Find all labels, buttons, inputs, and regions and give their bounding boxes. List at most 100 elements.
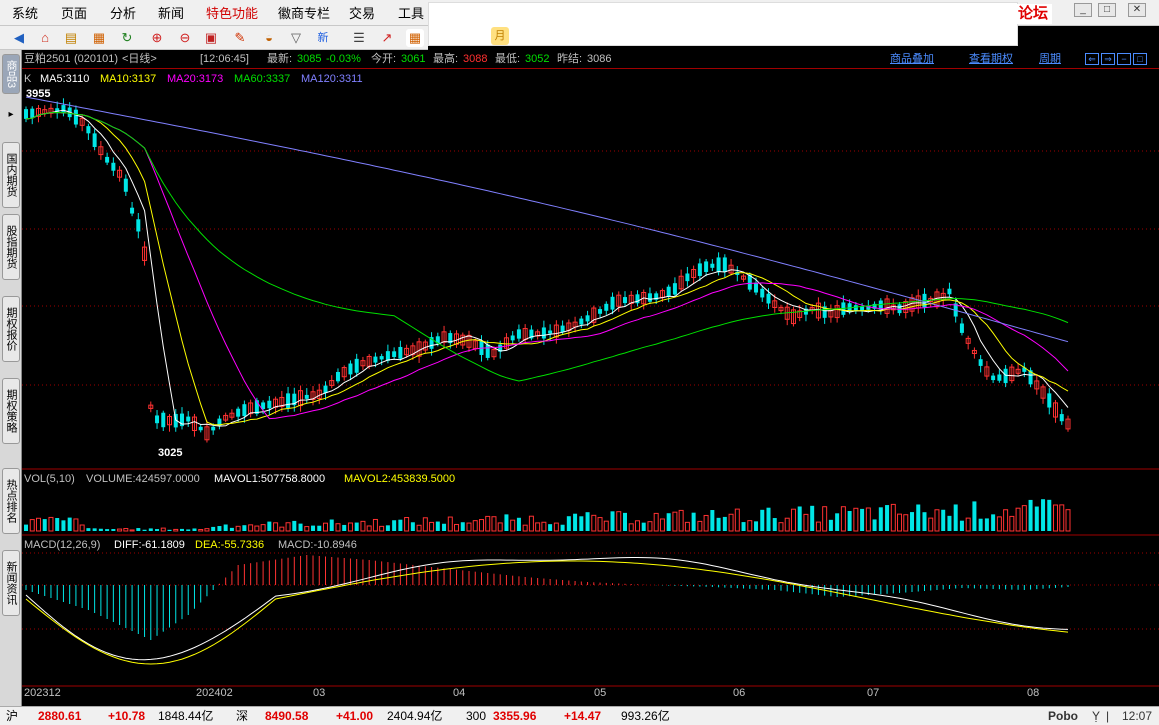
volume-bar [148,528,153,531]
collapse-arrow-icon[interactable]: ▸ [3,106,19,124]
volume-bar [541,521,547,532]
chart-up-icon[interactable]: ↗ [378,29,396,47]
volume-bar [922,512,927,531]
sidetab-option-quotes[interactable]: 期权报价 [2,296,20,362]
sidetab-index-futures[interactable]: 股指期货 [2,214,20,280]
menu-huishang-column[interactable]: 徽商专栏 [278,0,330,26]
latest-label: 最新: [267,53,293,65]
zoom-in-icon[interactable]: ⊕ [148,29,166,47]
volume-bar [778,522,784,532]
menu-page[interactable]: 页面 [61,0,87,26]
prev-settle-label: 昨结: [557,53,583,65]
forum-link[interactable]: 论坛 [1014,4,1053,24]
ad-banner[interactable]: 月 [428,2,1018,46]
candle-body [348,363,353,375]
maximize-chart-icon[interactable]: □ [1133,53,1147,65]
volume-bar [741,522,746,531]
volume-bar [372,518,378,532]
kline-chart[interactable] [22,69,1159,706]
open-label: 今开: [371,53,397,65]
new-icon[interactable]: 新 [314,29,332,47]
volume-bar [965,517,971,532]
sidetab-commodities-suffix: 3 [5,81,17,89]
candle-body [398,346,403,359]
overlay-commodity-link[interactable]: 商品叠加 [890,50,934,69]
shift-left-icon[interactable]: ⇐ [1085,53,1099,65]
menu-analysis[interactable]: 分析 [110,0,136,26]
funnel-icon[interactable]: ▽ [287,29,305,47]
volume-bar [860,508,865,531]
volume-bar [117,528,123,532]
candle-body [373,356,378,363]
menu-special-features[interactable]: 特色功能 [206,0,258,26]
volume-bar [92,528,97,531]
zoom-out-chart-icon[interactable]: − [1117,53,1131,65]
volume-bar [928,517,934,532]
sidetab-hot-ranking[interactable]: 热点排名 [2,468,20,534]
sidetab-news[interactable]: 新闻资讯 [2,550,20,616]
csi300-change: +14.47 [564,709,602,723]
view-options-link[interactable]: 查看期权 [969,50,1013,69]
volume-bar [1009,515,1015,532]
csi300-value[interactable]: 3355.96 [493,707,536,725]
candle-body [716,257,721,273]
volume-bar [79,524,85,532]
ma60-legend: MA60:3337 [234,73,291,85]
period-link[interactable]: 周期 [1039,50,1061,69]
macd-dea-value: DEA:-55.7336 [195,539,265,551]
table-icon[interactable]: ☰ [350,29,368,47]
volume-bar [947,515,952,531]
back-icon[interactable]: ◀ [10,29,28,47]
stack-icon[interactable]: ▤ [62,29,80,47]
volume-bar [766,507,771,531]
volume-bar [385,525,390,531]
volume-bar [672,511,678,532]
window-icon[interactable]: ▣ [202,29,220,47]
close-button[interactable]: ✕ [1128,3,1146,17]
home-icon[interactable]: ⌂ [36,29,54,47]
sh-index-value[interactable]: 2880.61 [38,707,81,725]
sidetab-domestic-futures[interactable]: 国内期货 [2,142,20,208]
candle-body [510,335,515,341]
volume-bar [167,529,172,531]
sz-index-value[interactable]: 8490.58 [265,707,308,725]
xaxis-label: 202312 [24,687,61,699]
volume-bar [1041,499,1046,531]
toolbar: ◀ ⌂ ▤ ▦ ↻ ⊕ ⊖ ▣ ✎ ◒ ▽ 新 ☰ ↗ ▦ [0,26,428,50]
month-icon[interactable]: 月 [491,27,509,45]
pencil-icon[interactable]: ✎ [231,29,249,47]
sidetab-commodities[interactable]: 商品3 [2,54,20,94]
grid-icon[interactable]: ▦ [90,29,108,47]
zoom-out-icon[interactable]: ⊖ [176,29,194,47]
calendar-icon[interactable]: ▦ [406,29,424,47]
refresh-icon[interactable]: ↻ [118,29,136,47]
volume-bar [659,518,665,532]
candle-body [30,108,35,118]
ma10-legend: MA10:3137 [100,73,157,85]
minimize-button[interactable]: _ [1074,3,1092,17]
volume-bar [217,526,222,531]
restore-button[interactable]: □ [1098,3,1116,17]
volume-bar [260,524,266,532]
shift-right-icon[interactable]: ⇒ [1101,53,1115,65]
volume-bar [229,527,234,531]
sh-index-change: +10.78 [108,709,146,723]
quote-info-bar: 豆粕2501 (020101) <日线> [12:06:45] 最新: 3085… [22,50,1159,69]
ma10-line [25,111,1069,426]
volume-bar [548,524,553,531]
menu-news[interactable]: 新闻 [158,0,184,26]
dish-icon[interactable]: ◒ [260,29,278,47]
volume-bar [392,520,397,531]
volume-bar [61,520,66,531]
candle-body [354,358,359,373]
candle-body [111,162,116,171]
candle-body [24,109,28,119]
menu-trade[interactable]: 交易 [349,0,375,26]
volume-bar [142,529,147,531]
period-high-mark: 3955 [26,88,51,100]
sidetab-option-strategy[interactable]: 期权策略 [2,378,20,444]
menu-system[interactable]: 系统 [12,0,38,26]
menu-tools[interactable]: 工具 [398,0,424,26]
volume-bar [360,520,366,532]
volume-bar [560,524,565,531]
